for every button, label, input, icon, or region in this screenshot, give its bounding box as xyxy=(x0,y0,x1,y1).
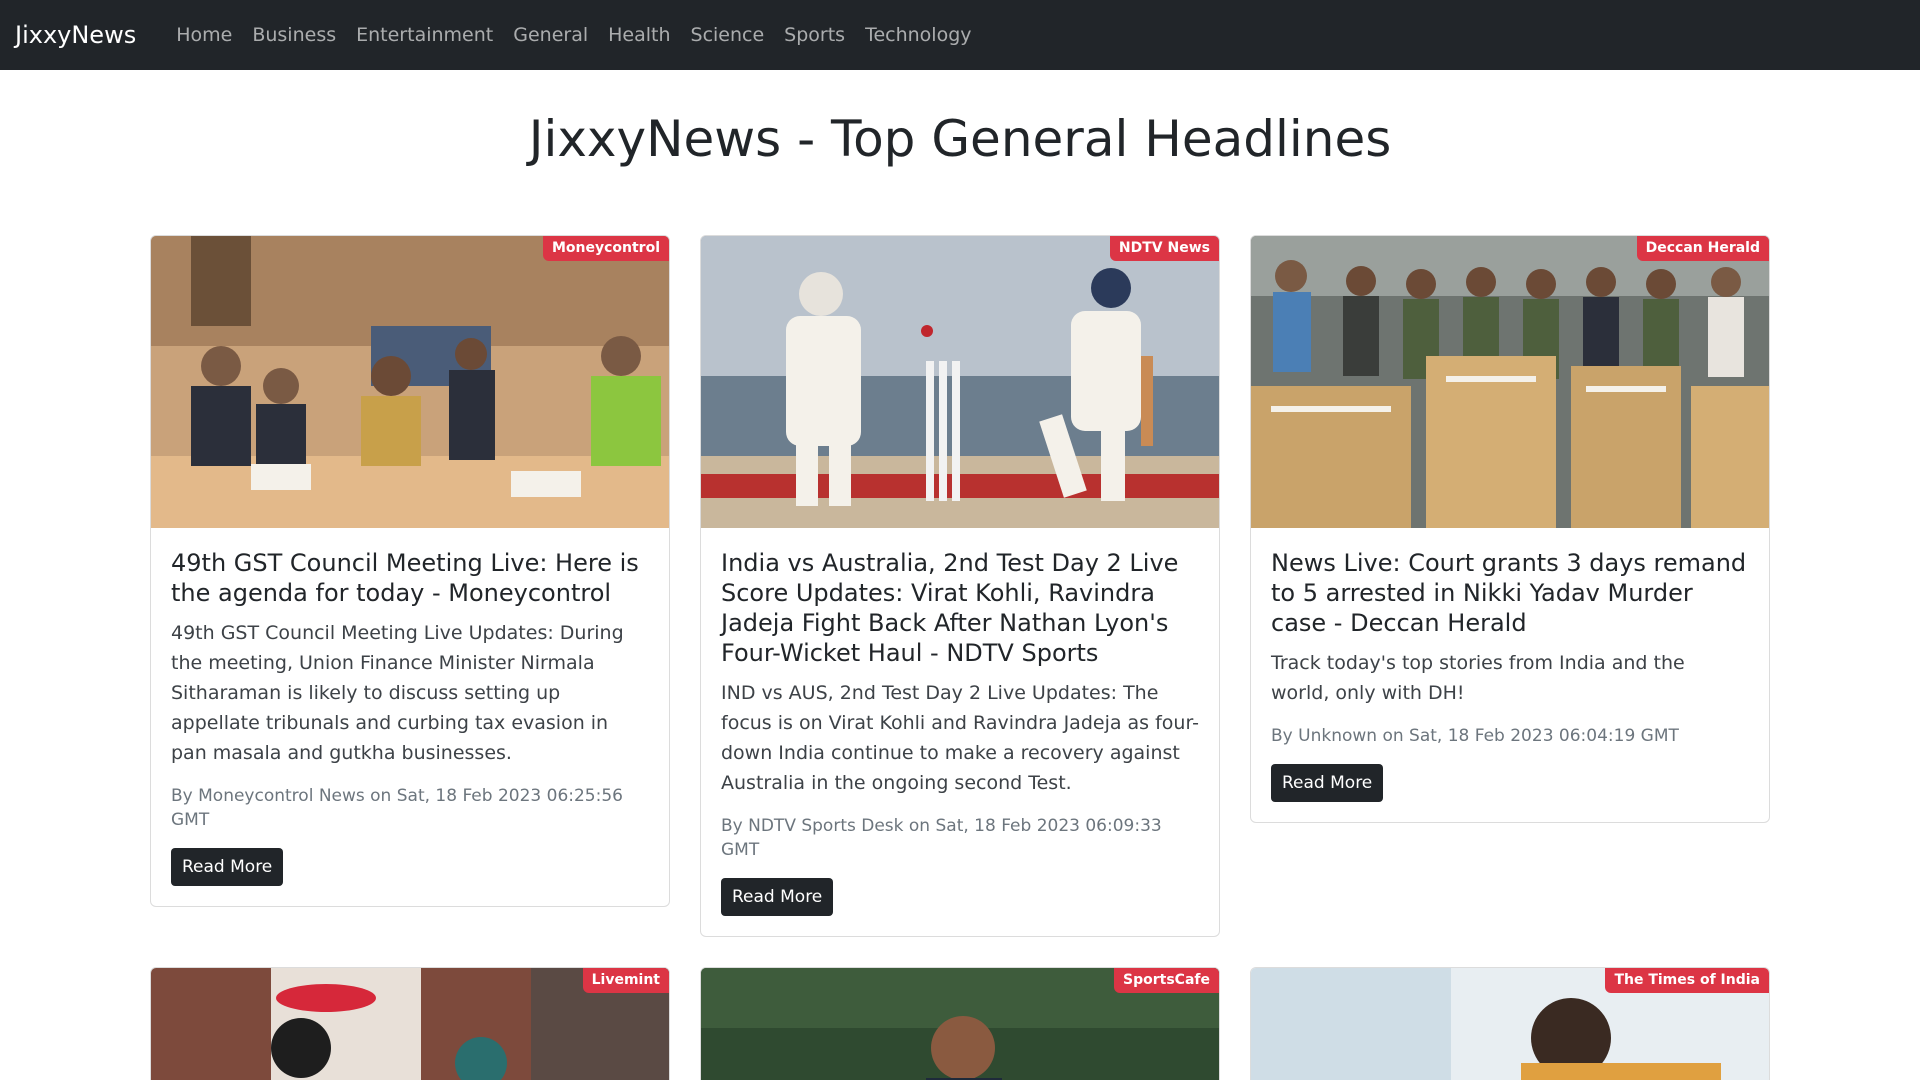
card-meta: By Moneycontrol News on Sat, 18 Feb 2023… xyxy=(171,786,623,830)
news-card: The Times of India xyxy=(1250,967,1770,1080)
nav-link-home[interactable]: Home xyxy=(166,24,242,46)
news-image: Deccan Herald xyxy=(1251,236,1769,528)
brand-logo[interactable]: JixxyNews xyxy=(15,21,136,49)
read-more-button[interactable]: Read More xyxy=(1271,764,1384,802)
card-title: News Live: Court grants 3 days remand to… xyxy=(1271,549,1747,637)
card-meta: By NDTV Sports Desk on Sat, 18 Feb 2023 … xyxy=(721,816,1162,860)
source-badge: Deccan Herald xyxy=(1636,236,1769,261)
nav-link-sports[interactable]: Sports xyxy=(774,24,855,46)
news-image: The Times of India xyxy=(1251,968,1769,1080)
news-image: SportsCafe xyxy=(701,968,1219,1080)
nav-link-health[interactable]: Health xyxy=(598,24,680,46)
source-badge: SportsCafe xyxy=(1114,968,1219,993)
news-card: Deccan Herald News Live: Court grants 3 … xyxy=(1250,235,1770,823)
card-body: India vs Australia, 2nd Test Day 2 Live … xyxy=(701,528,1219,936)
news-card: NDTV News India vs Australia, 2nd Test D… xyxy=(700,235,1220,937)
news-image: Livemint xyxy=(151,968,669,1080)
news-card: Livemint xyxy=(150,967,670,1080)
card-description: IND vs AUS, 2nd Test Day 2 Live Updates:… xyxy=(721,682,1199,794)
card-title: 49th GST Council Meeting Live: Here is t… xyxy=(171,549,639,607)
navbar: JixxyNews Home Business Entertainment Ge… xyxy=(0,0,1920,70)
read-more-button[interactable]: Read More xyxy=(721,878,834,916)
card-description: 49th GST Council Meeting Live Updates: D… xyxy=(171,622,624,764)
card-meta: By Unknown on Sat, 18 Feb 2023 06:04:19 … xyxy=(1271,726,1679,746)
news-card: Moneycontrol 49th GST Council Meeting Li… xyxy=(150,235,670,907)
nav-link-science[interactable]: Science xyxy=(681,24,775,46)
card-title: India vs Australia, 2nd Test Day 2 Live … xyxy=(721,549,1179,667)
news-card: SportsCafe xyxy=(700,967,1220,1080)
source-badge: The Times of India xyxy=(1605,968,1769,993)
nav-menu: Home Business Entertainment General Heal… xyxy=(166,24,981,46)
nav-link-business[interactable]: Business xyxy=(242,24,346,46)
page-title: JixxyNews - Top General Headlines xyxy=(528,110,1392,168)
nav-link-technology[interactable]: Technology xyxy=(855,24,981,46)
nav-link-entertainment[interactable]: Entertainment xyxy=(346,24,503,46)
card-body: News Live: Court grants 3 days remand to… xyxy=(1251,528,1769,822)
card-description: Track today's top stories from India and… xyxy=(1271,652,1685,704)
nav-link-general[interactable]: General xyxy=(503,24,598,46)
source-badge: Livemint xyxy=(582,968,669,993)
read-more-button[interactable]: Read More xyxy=(171,848,284,886)
source-badge: Moneycontrol xyxy=(542,236,669,261)
news-image: NDTV News xyxy=(701,236,1219,528)
source-badge: NDTV News xyxy=(1109,236,1219,261)
card-body: 49th GST Council Meeting Live: Here is t… xyxy=(151,528,669,906)
news-image: Moneycontrol xyxy=(151,236,669,528)
